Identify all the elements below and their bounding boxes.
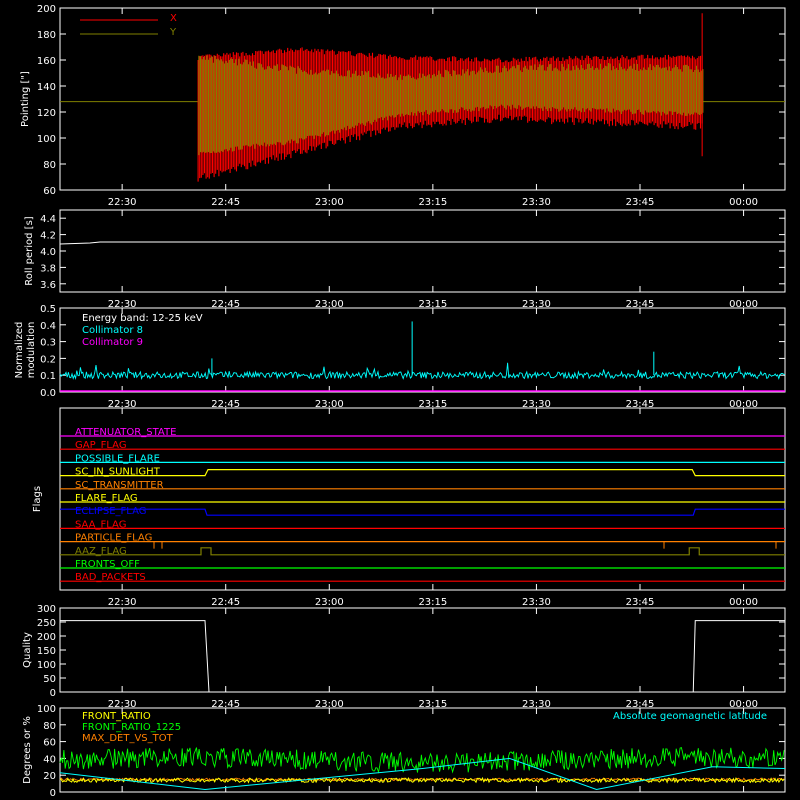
y-tick-label: 0.5 [40,304,56,315]
legend-label-x: X [170,13,177,24]
y-axis-label: Roll period [s] [24,216,35,285]
y-tick-label: 100 [37,134,56,145]
y-tick-label: 100 [37,660,56,671]
y-tick-label: 160 [37,56,56,67]
y-tick-label: 250 [37,618,56,629]
y-axis-label: modulation [26,322,37,379]
y-tick-label: 140 [37,82,56,93]
legend-label-front-ratio-1225: FRONT_RATIO_1225 [82,722,181,733]
flag-label: ECLIPSE_FLAG [75,506,146,517]
y-axis-label: Degrees or % [22,716,33,784]
x-tick-label: 23:00 [315,597,344,608]
x-tick-label: 22:45 [211,597,240,608]
x-tick-label: 00:00 [729,597,758,608]
x-tick-label: 23:45 [626,597,655,608]
y-tick-label: 180 [37,30,56,41]
x-tick-label: 23:00 [315,197,344,208]
legend-label-collimator-8: Collimator 8 [82,325,143,336]
y-axis-label: Normalized [14,322,25,379]
x-tick-label: 22:30 [108,197,137,208]
y-tick-label: 0.1 [40,371,56,382]
y-tick-label: 40 [43,754,56,765]
y-tick-label: 20 [43,771,56,782]
y-tick-label: 300 [37,604,56,615]
x-tick-label: 23:30 [522,197,551,208]
y-tick-label: 60 [43,738,56,749]
y-tick-label: 80 [43,160,56,171]
y-tick-label: 0.2 [40,354,56,365]
y-tick-label: 50 [43,674,56,685]
legend-label-collimator-9: Collimator 9 [82,337,143,348]
y-tick-label: 4.4 [40,214,56,225]
x-tick-label: 00:00 [729,197,758,208]
y-axis-label: Quality [22,632,33,668]
y-tick-label: 3.6 [40,280,56,291]
x-tick-label: 23:45 [626,197,655,208]
y-tick-label: 60 [43,186,56,197]
y-tick-label: 200 [37,632,56,643]
y-axis-label: Flags [32,486,43,512]
legend-label-y: Y [169,27,177,38]
y-tick-label: 200 [37,4,56,15]
y-tick-label: 0 [50,688,56,699]
y-tick-label: 3.8 [40,263,56,274]
legend-label-front-ratio: FRONT_RATIO [82,711,151,722]
y-tick-label: 4.2 [40,231,56,242]
y-tick-label: 0.4 [40,321,56,332]
x-tick-label: 23:15 [418,597,447,608]
y-tick-label: 120 [37,108,56,119]
y-axis-label: Pointing ["] [20,71,31,127]
y-tick-label: 100 [37,704,56,715]
y-tick-label: 150 [37,646,56,657]
y-tick-label: 0.3 [40,338,56,349]
y-tick-label: 0.0 [40,388,56,399]
multi-panel-chart: 22:30 22:45 23:00 23:15 23:30 23:45 00:00 60 80 1… [0,0,800,800]
y-tick-label: 80 [43,721,56,732]
y-tick-label: 4.0 [40,247,56,258]
x-tick-label: 23:30 [522,597,551,608]
y-tick-label: 0 [50,788,56,799]
legend-label-max-det-vs-tot: MAX_DET_VS_TOT [82,733,174,744]
annotation-energy-band: Energy band: 12-25 keV [82,313,203,324]
x-tick-label: 22:45 [211,197,240,208]
x-tick-label: 23:15 [418,197,447,208]
annotation-geomagnetic-latitude: Absolute geomagnetic latitude [613,711,767,722]
x-tick-label: 22:30 [108,597,137,608]
